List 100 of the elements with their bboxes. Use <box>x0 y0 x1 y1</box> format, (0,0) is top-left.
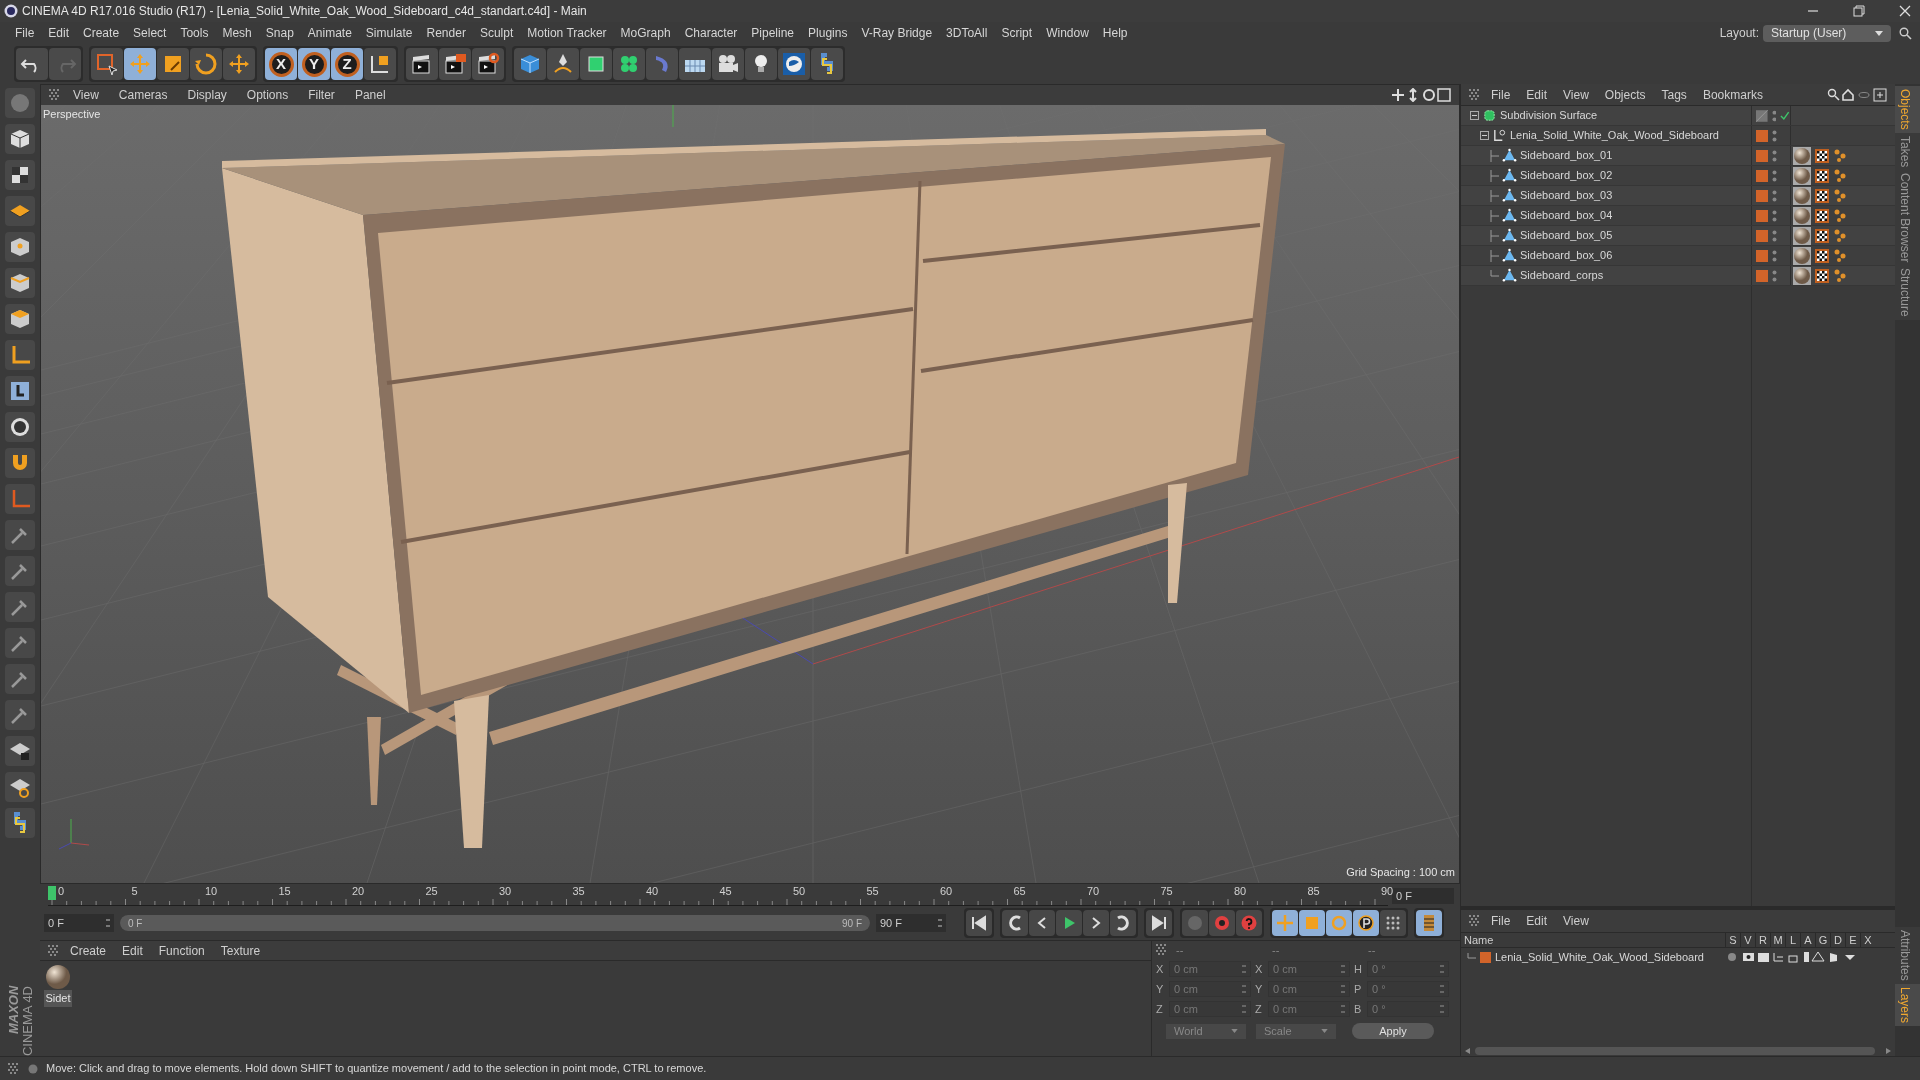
layout-dropdown[interactable]: Startup (User) <box>1763 24 1891 42</box>
object-menu-item[interactable]: Tags <box>1655 85 1693 104</box>
object-tree-row[interactable]: Sideboard_box_05 <box>1461 226 1895 246</box>
layer-column-header[interactable]: E <box>1845 931 1860 949</box>
magnet-button[interactable] <box>5 448 35 478</box>
object-manager-tool-icons[interactable] <box>1827 87 1887 102</box>
vertex-dots-tag-icon[interactable] <box>1833 188 1847 203</box>
go-to-start-button[interactable] <box>966 910 992 936</box>
layer-color-swatch[interactable] <box>1480 951 1491 963</box>
menu-item[interactable]: Sculpt <box>472 24 521 42</box>
layer-column-header[interactable]: G <box>1815 931 1830 949</box>
go-to-end-button[interactable] <box>1146 910 1172 936</box>
render-settings-button[interactable] <box>472 48 504 80</box>
scale-tool-button[interactable] <box>157 48 189 80</box>
vertex-dots-tag-icon[interactable] <box>1833 148 1847 163</box>
material-tag-icon[interactable] <box>1793 186 1811 205</box>
menu-item[interactable]: V-Ray Bridge <box>854 24 940 42</box>
layer-menu-item[interactable]: Edit <box>1520 912 1554 930</box>
material-menu-item[interactable]: Texture <box>214 941 267 960</box>
axis-lock-button[interactable]: X <box>265 48 297 80</box>
material-name[interactable]: Sidet <box>44 990 72 1007</box>
material-tag-icon[interactable] <box>1793 146 1811 165</box>
points-mode-button[interactable] <box>5 232 35 262</box>
object-tree-row[interactable]: Sideboard_box_02 <box>1461 166 1895 186</box>
model-mode-button[interactable] <box>5 124 35 154</box>
material-tag-icon[interactable] <box>1793 246 1811 265</box>
side-tab[interactable]: Structure <box>1895 265 1920 321</box>
vertex-dots-tag-icon[interactable] <box>1833 168 1847 183</box>
menu-item[interactable]: Edit <box>41 24 77 42</box>
apply-button[interactable]: Apply <box>1352 1023 1434 1039</box>
checker-texture-tag-icon[interactable] <box>1815 188 1829 203</box>
object-menu-item[interactable]: Edit <box>1520 85 1554 104</box>
visibility-dots-icon[interactable] <box>1772 169 1777 182</box>
checker-texture-tag-icon[interactable] <box>1815 228 1829 243</box>
checker-texture-tag-icon[interactable] <box>1815 268 1829 283</box>
viewport-menu-item[interactable]: Display <box>179 86 235 104</box>
layer-color-swatch[interactable] <box>1756 169 1768 182</box>
checker-texture-tag-icon[interactable] <box>1815 168 1829 183</box>
visibility-dots-icon[interactable] <box>1772 229 1777 242</box>
layer-color-swatch[interactable] <box>1756 209 1768 222</box>
object-name[interactable]: Subdivision Surface <box>1500 107 1598 124</box>
viewport-navigation-icons[interactable] <box>1391 88 1451 102</box>
menu-item[interactable]: Character <box>677 24 745 42</box>
plugin-logo-button[interactable] <box>778 48 810 80</box>
object-tree-row[interactable]: Sideboard_box_06 <box>1461 246 1895 266</box>
checker-texture-tag-icon[interactable] <box>1815 148 1829 163</box>
side-tab[interactable]: Attributes <box>1895 927 1920 984</box>
layer-column-header[interactable]: Name <box>1461 931 1725 949</box>
menu-item[interactable]: MoGraph <box>613 24 678 42</box>
menu-item[interactable]: Pipeline <box>744 24 802 42</box>
menu-item[interactable]: File <box>8 24 42 42</box>
edges-mode-button[interactable] <box>5 268 35 298</box>
side-tab[interactable]: Content Browser <box>1895 170 1920 266</box>
axis-mode-button[interactable] <box>5 340 35 370</box>
object-name[interactable]: Sideboard_box_05 <box>1520 227 1613 244</box>
viewport-menu-item[interactable]: Panel <box>346 86 394 104</box>
vertex-dots-tag-icon[interactable] <box>1833 208 1847 223</box>
layer-column-header[interactable]: R <box>1755 931 1770 949</box>
select-tool-button[interactable] <box>91 48 123 80</box>
restore-icon[interactable] <box>1852 4 1866 18</box>
side-tab[interactable]: Layers <box>1895 983 1920 1026</box>
layer-column-header[interactable]: X <box>1860 931 1875 949</box>
python-button[interactable] <box>811 48 843 80</box>
rotate-tool-button[interactable] <box>190 48 222 80</box>
no-layer-icon[interactable] <box>1756 109 1768 122</box>
move-tool-button[interactable] <box>223 48 255 80</box>
object-menu-item[interactable]: View <box>1557 85 1595 104</box>
layer-column-header[interactable]: A <box>1800 931 1815 949</box>
collapse-icon[interactable] <box>1470 111 1479 120</box>
polygons-mode-button[interactable] <box>5 304 35 334</box>
light-bulb-button[interactable] <box>745 48 777 80</box>
object-tree-row[interactable]: Lenia_Solid_White_Oak_Wood_Sideboard <box>1461 126 1895 146</box>
visibility-dots-icon[interactable] <box>1772 269 1777 282</box>
cloner-button[interactable] <box>613 48 645 80</box>
layer-column-header[interactable]: V <box>1740 931 1755 949</box>
object-tree-row[interactable]: Sideboard_box_01 <box>1461 146 1895 166</box>
menu-item[interactable]: Plugins <box>801 24 855 42</box>
render-picture-button[interactable] <box>439 48 471 80</box>
material-menu-item[interactable]: Function <box>152 941 211 960</box>
python-button[interactable] <box>5 808 35 838</box>
material-tag-icon[interactable] <box>1793 206 1811 225</box>
menu-item[interactable]: Motion Tracker <box>520 24 614 42</box>
object-name[interactable]: Sideboard_box_04 <box>1520 207 1613 224</box>
axis-lock-button[interactable]: Z <box>331 48 363 80</box>
layer-color-swatch[interactable] <box>1756 249 1768 262</box>
menu-item[interactable]: 3DToAll <box>939 24 995 42</box>
object-tree-row[interactable]: Sideboard_corps <box>1461 266 1895 286</box>
layer-menu-item[interactable]: File <box>1485 912 1517 930</box>
side-tab[interactable]: Takes <box>1895 132 1920 171</box>
enabled-check-icon[interactable] <box>1780 110 1790 121</box>
search-icon[interactable] <box>1899 26 1912 40</box>
menu-item[interactable]: Snap <box>258 24 301 42</box>
layer-column-header[interactable]: M <box>1770 931 1785 949</box>
object-name[interactable]: Lenia_Solid_White_Oak_Wood_Sideboard <box>1510 127 1719 144</box>
render-view-button[interactable] <box>406 48 438 80</box>
axis-lock-button[interactable]: Y <box>298 48 330 80</box>
material-ball-icon[interactable] <box>45 964 71 990</box>
side-tab[interactable]: Objects <box>1895 86 1920 133</box>
layer-column-header[interactable]: D <box>1830 931 1845 949</box>
object-menu-item[interactable]: Objects <box>1598 85 1652 104</box>
